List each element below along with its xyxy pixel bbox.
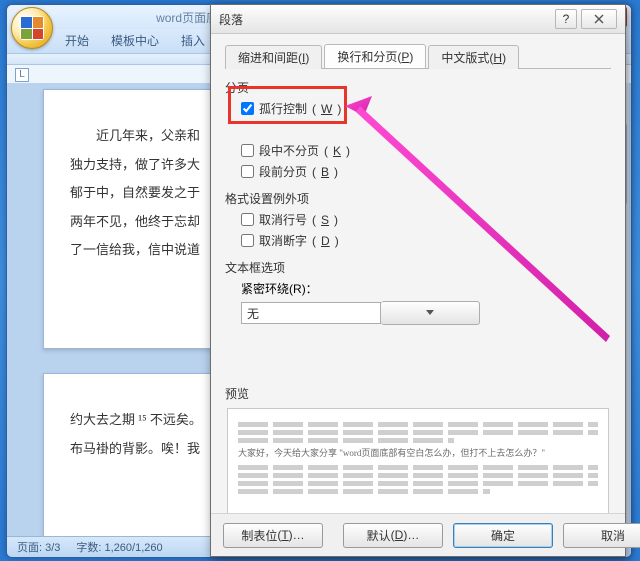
office-button[interactable] <box>11 7 53 49</box>
tabs-button[interactable]: 制表位(T)… <box>223 523 323 548</box>
status-words: 字数: 1,260/1,260 <box>76 539 162 555</box>
tab-stop-indicator[interactable]: L <box>15 68 29 82</box>
annotation-highlight-box <box>228 86 347 124</box>
default-button[interactable]: 默认(D)… <box>343 523 443 548</box>
cancel-button[interactable]: 取消 <box>563 523 640 548</box>
status-page: 页面: 3/3 <box>17 539 60 555</box>
dialog-close-button[interactable] <box>581 9 617 29</box>
checkbox-page-break-before[interactable]: 段前分页(B) <box>241 163 611 180</box>
ok-button[interactable]: 确定 <box>453 523 553 548</box>
preview-box: 大家好，今天给大家分享 "word页面底部有空白怎么办，但打不上去怎么办？" <box>227 408 609 516</box>
tab-indent-spacing[interactable]: 缩进和间距(I) <box>225 45 322 69</box>
checkbox-keep-lines-together[interactable]: 段中不分页(K) <box>241 142 611 159</box>
tight-wrap-dropdown-button[interactable] <box>381 301 480 325</box>
tab-insert[interactable]: 插入 <box>177 28 209 53</box>
checkbox-suppress-line-numbers[interactable]: 取消行号(S) <box>241 211 611 228</box>
tab-template[interactable]: 模板中心 <box>107 28 163 53</box>
preview-sample-text: 大家好，今天给大家分享 "word页面底部有空白怎么办，但打不上去怎么办？" <box>238 448 598 460</box>
tab-home[interactable]: 开始 <box>61 28 93 53</box>
question-icon: ? <box>563 12 570 26</box>
chevron-down-icon <box>426 310 434 316</box>
group-textbox-options: 文本框选项 <box>225 259 611 276</box>
group-preview: 预览 <box>225 385 611 402</box>
tab-asian-typography[interactable]: 中文版式(H) <box>428 45 519 69</box>
dialog-title: 段落 <box>219 11 243 28</box>
checkbox-dont-hyphenate[interactable]: 取消断字(D) <box>241 232 611 249</box>
dialog-help-button[interactable]: ? <box>555 9 577 29</box>
group-exceptions: 格式设置例外项 <box>225 190 611 207</box>
close-icon <box>594 14 604 24</box>
tab-line-page-breaks[interactable]: 换行和分页(P) <box>324 44 426 68</box>
tight-wrap-combo[interactable]: 无 <box>241 302 381 324</box>
tight-wrap-label: 紧密环绕 <box>241 282 289 296</box>
